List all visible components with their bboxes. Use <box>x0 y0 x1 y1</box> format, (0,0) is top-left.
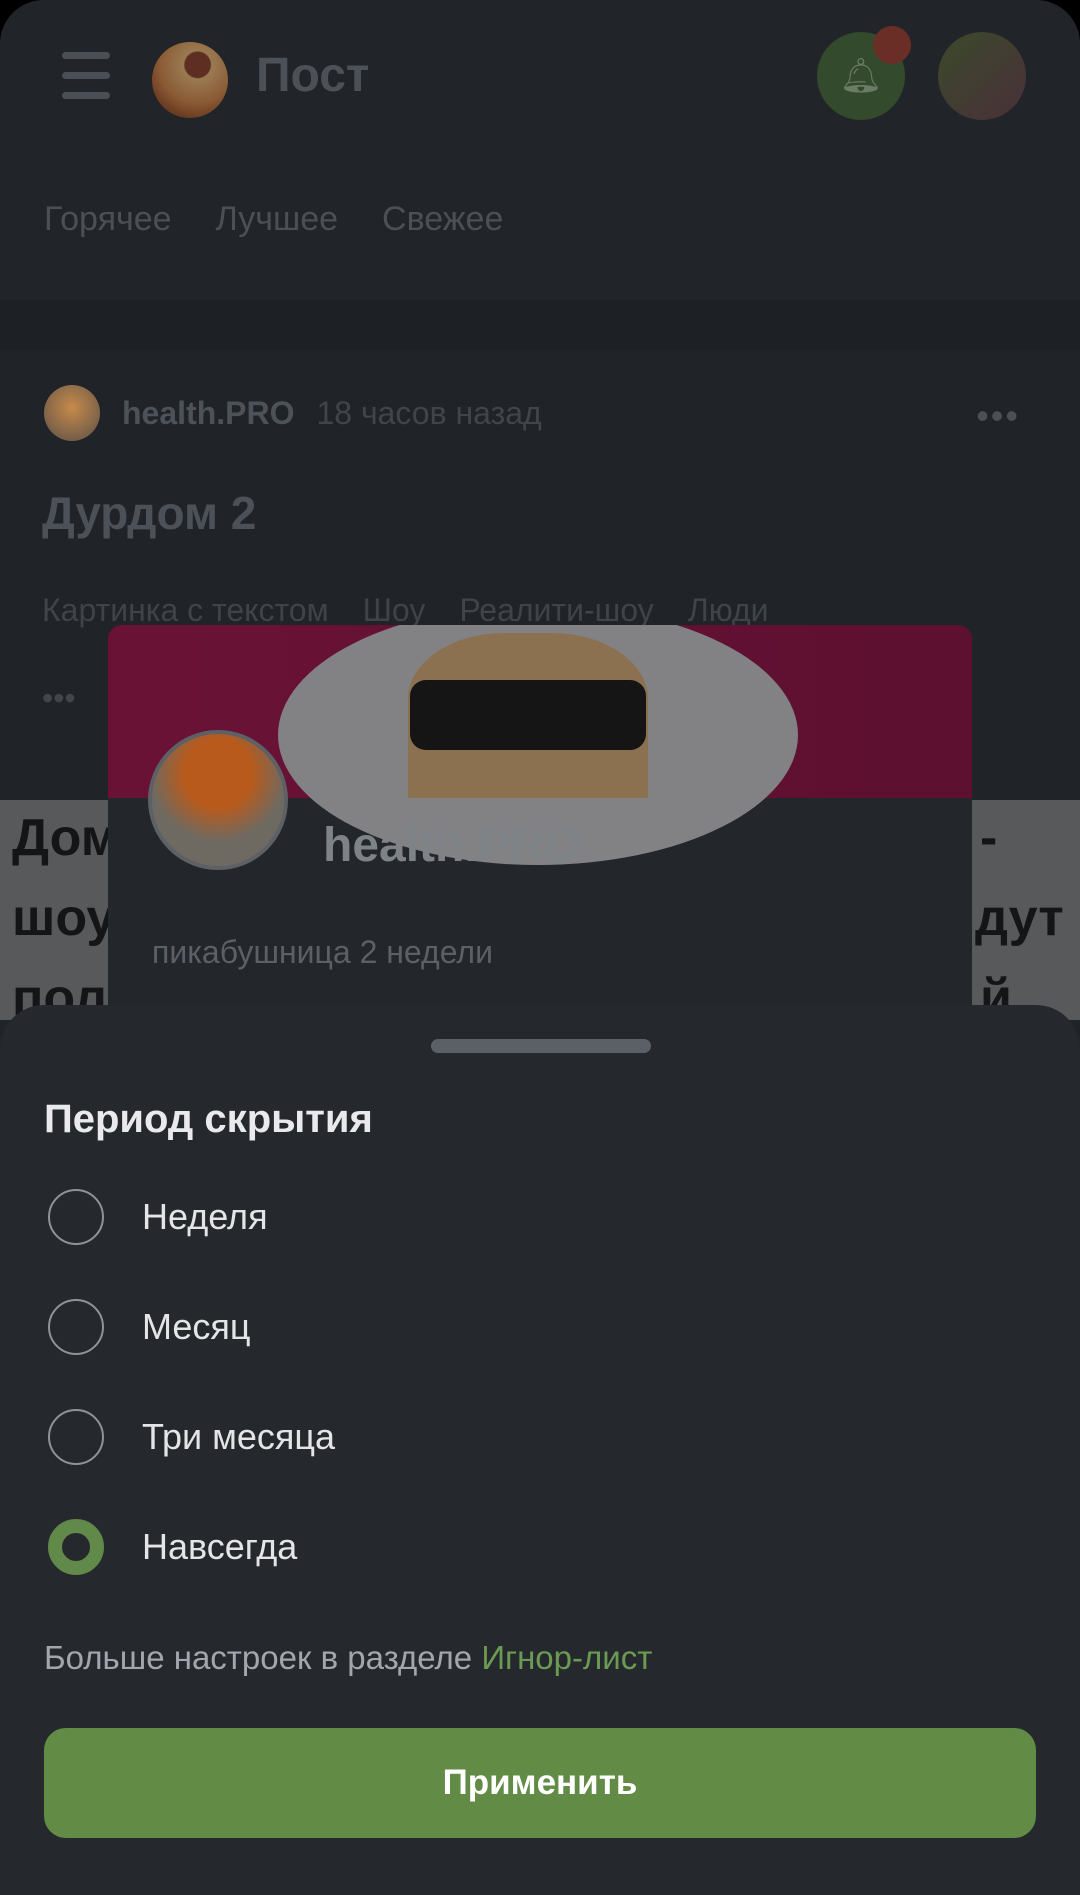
post-title[interactable]: Дурдом 2 <box>42 486 256 540</box>
option-label: Неделя <box>142 1196 268 1237</box>
tag[interactable]: Люди <box>688 592 769 629</box>
tab-fresh[interactable]: Свежее <box>382 200 503 239</box>
option-week[interactable]: Неделя <box>48 1189 268 1245</box>
tab-hot[interactable]: Горячее <box>44 200 172 239</box>
author-avatar[interactable] <box>44 385 100 441</box>
more-icon[interactable]: ••• <box>976 395 1020 437</box>
profile-avatar <box>148 730 288 870</box>
option-label: Навсегда <box>142 1526 298 1567</box>
feed-tabs: Горячее Лучшее Свежее <box>44 200 503 239</box>
bell-icon: 🔔︎ <box>839 57 883 95</box>
logo[interactable] <box>152 42 228 118</box>
option-label: Месяц <box>142 1306 251 1347</box>
radio-icon[interactable] <box>48 1409 104 1465</box>
notification-badge <box>873 26 911 64</box>
apply-button[interactable]: Применить <box>44 1728 1036 1838</box>
drag-handle[interactable] <box>431 1039 651 1053</box>
radio-icon[interactable] <box>48 1299 104 1355</box>
image-text: - <box>980 809 998 867</box>
image-text: шоу <box>12 889 116 947</box>
option-label: Три месяца <box>142 1416 336 1457</box>
radio-selected-icon[interactable] <box>48 1519 104 1575</box>
author-name[interactable]: health.PRO <box>122 395 294 432</box>
avatar[interactable] <box>938 32 1026 120</box>
image-text: Дом <box>12 809 120 867</box>
screen: Пост 🔔︎ Горячее Лучшее Свежее health.PRO… <box>0 0 1080 1895</box>
tags-more-icon[interactable]: ••• <box>42 680 76 717</box>
post-meta: health.PRO 18 часов назад <box>44 385 542 441</box>
image-text: дут <box>975 889 1064 947</box>
post-tags: Картинка с текстом Шоу Реалити-шоу Люди <box>42 592 769 629</box>
sheet-title: Период скрытия <box>44 1097 373 1141</box>
profile-name: health.PRO <box>323 819 582 872</box>
footer-text: Больше настроек в разделе <box>44 1639 482 1676</box>
profile-subtitle: пикабушница 2 недели <box>152 934 493 970</box>
tab-best[interactable]: Лучшее <box>216 200 339 239</box>
option-three-months[interactable]: Три месяца <box>48 1409 335 1465</box>
bottom-sheet: Период скрытия Неделя Месяц Три месяца Н… <box>0 1005 1080 1895</box>
radio-icon[interactable] <box>48 1189 104 1245</box>
divider <box>0 300 1080 350</box>
post-time: 18 часов назад <box>316 394 542 431</box>
tag[interactable]: Шоу <box>363 592 426 629</box>
footer-note: Больше настроек в разделе Игнор-лист <box>44 1639 652 1677</box>
tag[interactable]: Реалити-шоу <box>459 592 653 629</box>
ignore-list-link[interactable]: Игнор-лист <box>481 1639 652 1676</box>
option-forever[interactable]: Навсегда <box>48 1519 297 1575</box>
tag[interactable]: Картинка с текстом <box>42 592 329 629</box>
page-title: Пост <box>256 49 370 102</box>
header: Пост 🔔︎ Горячее Лучшее Свежее <box>0 0 1080 300</box>
option-month[interactable]: Месяц <box>48 1299 251 1355</box>
hamburger-icon[interactable] <box>62 52 110 99</box>
